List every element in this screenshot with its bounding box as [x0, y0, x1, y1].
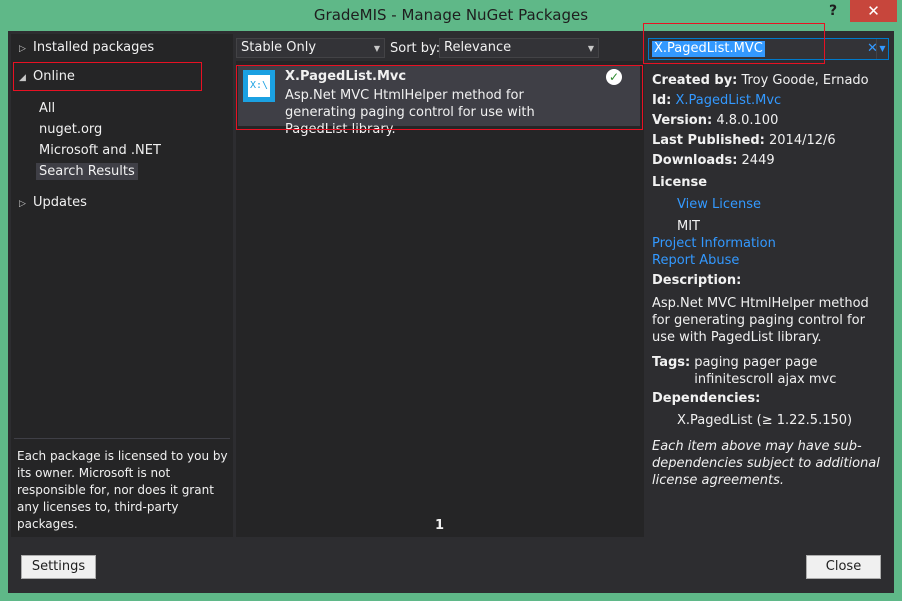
dependency-item: X.PagedList (≥ 1.22.5.150) — [677, 413, 853, 428]
downloads-label: Downloads: — [652, 153, 738, 168]
description-heading: Description: — [652, 273, 742, 288]
description-text: Asp.Net MVC HtmlHelper method for genera… — [652, 296, 869, 345]
package-name: X.PagedList.Mvc — [285, 69, 407, 84]
sidebar-item-installed[interactable]: ▷ Installed packages — [19, 40, 154, 55]
sort-value: Relevance — [444, 40, 512, 55]
version-label: Version: — [652, 113, 713, 128]
chevron-down-icon: ▼ — [587, 44, 594, 53]
chevron-down-icon: ▼ — [373, 44, 380, 53]
sidebar-item-label: Updates — [33, 195, 87, 210]
search-box[interactable]: X.PagedList.MVC ✕ ▼ — [648, 38, 889, 60]
sub-dependencies-note: Each item above may have sub-dependencie… — [652, 439, 880, 488]
created-by-label: Created by: — [652, 73, 738, 88]
sidebar-item-label: Installed packages — [33, 40, 155, 55]
sidebar-divider — [14, 438, 230, 439]
last-published-row: Last Published: 2014/12/6 — [652, 133, 836, 148]
title-bar: GradeMIS - Manage NuGet Packages ? ✕ — [0, 0, 902, 31]
id-label: Id: — [652, 93, 672, 108]
list-item[interactable]: X:\ X.PagedList.Mvc Asp.Net MVC HtmlHelp… — [238, 66, 640, 137]
installed-check-icon: ✓ — [606, 69, 622, 85]
expand-triangle-icon: ▷ — [19, 44, 26, 54]
release-filter-select[interactable]: Stable Only ▼ — [236, 38, 385, 58]
package-icon-glyph: X:\ — [248, 75, 270, 97]
sidebar-item-microsoft-net[interactable]: Microsoft and .NET — [36, 142, 164, 159]
sidebar-item-all[interactable]: All — [36, 100, 58, 117]
results-list: X:\ X.PagedList.Mvc Asp.Net MVC HtmlHelp… — [236, 61, 644, 537]
version-value: 4.8.0.100 — [716, 113, 779, 128]
tags-label: Tags: — [652, 355, 691, 370]
last-published-value: 2014/12/6 — [769, 133, 836, 148]
report-abuse-link[interactable]: Report Abuse — [652, 253, 739, 268]
search-dropdown-icon[interactable]: ▼ — [876, 39, 888, 59]
license-name: MIT — [677, 219, 700, 234]
dependencies-heading: Dependencies: — [652, 391, 761, 406]
tags-row: Tags: paging pager page infinitescroll a… — [652, 354, 888, 388]
downloads-row: Downloads: 2449 — [652, 153, 775, 168]
sort-select[interactable]: Relevance ▼ — [439, 38, 599, 58]
collapse-triangle-icon: ◢ — [19, 73, 26, 83]
expand-triangle-icon: ▷ — [19, 199, 26, 209]
window-title: GradeMIS - Manage NuGet Packages — [313, 6, 589, 24]
license-heading: License — [652, 175, 708, 190]
created-by-value: Troy Goode, Ernado — [741, 73, 869, 88]
sort-label: Sort by: — [390, 41, 441, 56]
id-row: Id: X.PagedList.Mvc — [652, 93, 781, 108]
release-filter-value: Stable Only — [241, 40, 317, 55]
sidebar: ▷ Installed packages ◢ Online All nuget.or… — [11, 34, 233, 537]
package-description: Asp.Net MVC HtmlHelper method for genera… — [285, 88, 535, 137]
sidebar-item-updates[interactable]: ▷ Updates — [19, 195, 87, 210]
sidebar-item-search-results[interactable]: Search Results — [36, 163, 138, 180]
close-window-button[interactable]: ✕ — [850, 0, 897, 22]
version-row: Version: 4.8.0.100 — [652, 113, 778, 128]
id-link[interactable]: X.PagedList.Mvc — [675, 93, 781, 108]
project-information-link[interactable]: Project Information — [652, 236, 776, 251]
page-number[interactable]: 1 — [435, 518, 444, 533]
sidebar-item-nuget-org[interactable]: nuget.org — [36, 121, 105, 138]
view-license-link[interactable]: View License — [677, 197, 761, 212]
license-note: Each package is licensed to you by its o… — [17, 449, 228, 531]
sidebar-item-online[interactable]: ◢ Online — [19, 69, 75, 84]
help-button[interactable]: ? — [829, 3, 837, 19]
package-icon: X:\ — [243, 70, 275, 102]
close-button[interactable]: Close — [806, 555, 881, 579]
tags-value: paging pager page infinitescroll ajax mv… — [694, 355, 837, 387]
settings-button[interactable]: Settings — [21, 555, 96, 579]
sidebar-item-label: Online — [33, 69, 75, 84]
created-by-row: Created by: Troy Goode, Ernado — [652, 73, 869, 88]
dialog-body: ▷ Installed packages ◢ Online All nuget.or… — [8, 31, 894, 593]
search-input[interactable]: X.PagedList.MVC — [652, 41, 765, 57]
last-published-label: Last Published: — [652, 133, 765, 148]
downloads-value: 2449 — [741, 153, 775, 168]
